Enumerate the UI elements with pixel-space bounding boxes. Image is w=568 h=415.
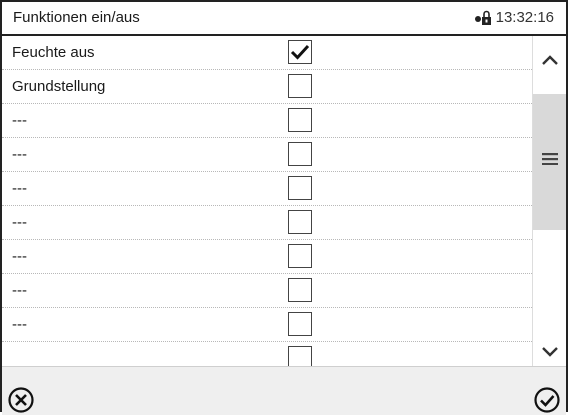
- function-checkbox[interactable]: [288, 40, 312, 64]
- function-row: ---: [2, 240, 532, 274]
- function-row: Grundstellung: [2, 70, 532, 104]
- function-label: Grundstellung: [12, 78, 106, 95]
- lock-icon: [474, 10, 491, 25]
- function-label: Feuchte aus: [12, 44, 95, 61]
- function-label: ---: [12, 248, 27, 265]
- function-checkbox[interactable]: [288, 244, 312, 268]
- menu-grip-icon[interactable]: [542, 153, 558, 165]
- function-row: [2, 342, 532, 366]
- cancel-circle-icon[interactable]: [8, 387, 34, 413]
- function-row: ---: [2, 138, 532, 172]
- function-row: ---: [2, 172, 532, 206]
- title-bar: Funktionen ein/aus 13:32:16: [2, 2, 566, 36]
- confirm-circle-icon[interactable]: [534, 387, 560, 413]
- function-row: ---: [2, 308, 532, 342]
- function-label: ---: [12, 180, 27, 197]
- function-label: ---: [12, 214, 27, 231]
- function-checkbox[interactable]: [288, 346, 312, 366]
- chevron-up-icon[interactable]: [541, 54, 559, 66]
- clock-time: 13:32:16: [495, 9, 554, 26]
- function-label: ---: [12, 282, 27, 299]
- function-label: ---: [12, 112, 27, 129]
- function-checkbox[interactable]: [288, 278, 312, 302]
- checkmark-icon: [290, 44, 310, 60]
- action-bar: [2, 366, 566, 415]
- function-label: ---: [12, 146, 27, 163]
- status-area: 13:32:16: [474, 9, 554, 26]
- function-row: ---: [2, 274, 532, 308]
- function-checkbox[interactable]: [288, 108, 312, 132]
- function-list: Feuchte aus Grundstellung --- --- --- --- --- -…: [2, 36, 532, 366]
- function-checkbox[interactable]: [288, 312, 312, 336]
- scrollbar[interactable]: [532, 36, 566, 366]
- function-checkbox[interactable]: [288, 210, 312, 234]
- functions-screen: Funktionen ein/aus 13:32:16 Feuchte aus G…: [0, 0, 568, 415]
- chevron-down-icon[interactable]: [541, 346, 559, 358]
- function-row: Feuchte aus: [2, 36, 532, 70]
- function-checkbox[interactable]: [288, 74, 312, 98]
- function-checkbox[interactable]: [288, 142, 312, 166]
- function-row: ---: [2, 206, 532, 240]
- function-checkbox[interactable]: [288, 176, 312, 200]
- function-label: ---: [12, 316, 27, 333]
- page-title: Funktionen ein/aus: [13, 9, 140, 26]
- function-row: ---: [2, 104, 532, 138]
